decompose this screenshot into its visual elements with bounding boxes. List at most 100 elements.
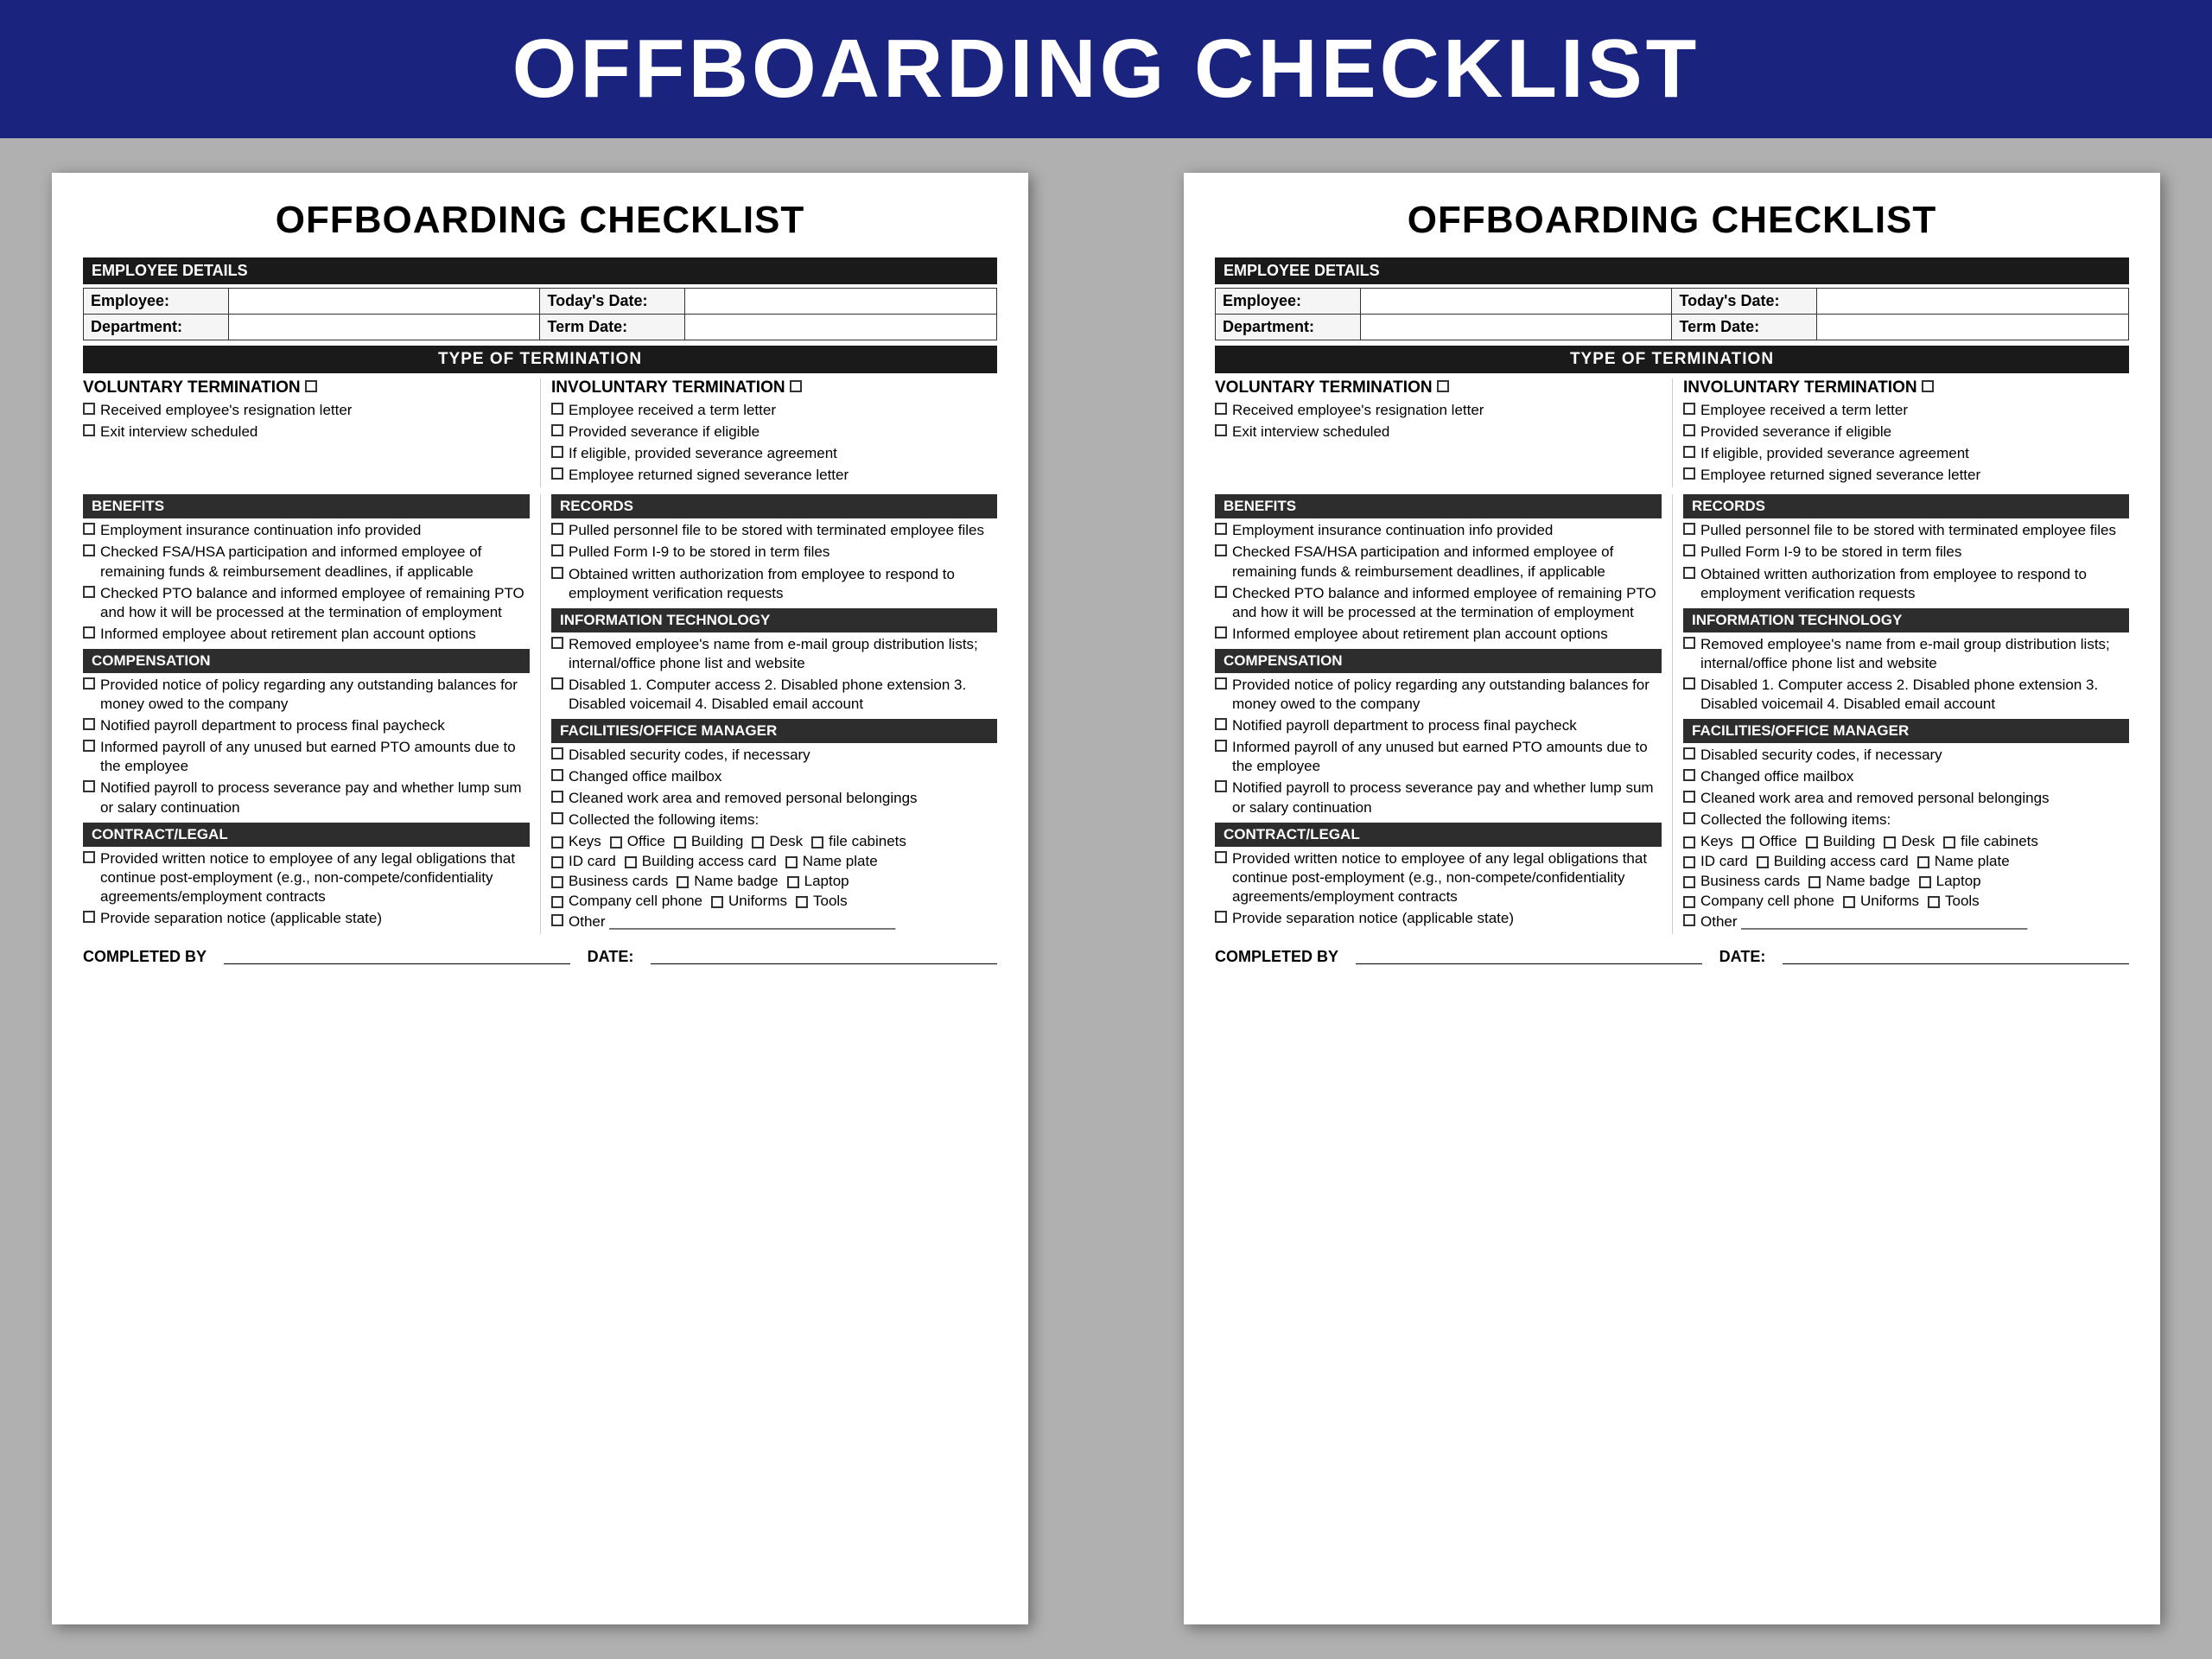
contract-cb-1-right[interactable] [1215,851,1227,863]
invol-cb-4-right[interactable] [1683,467,1695,480]
invol-cb-2-right[interactable] [1683,424,1695,436]
other-cb-left[interactable] [551,914,563,926]
invol-cb-3-left[interactable] [551,446,563,458]
filecab-cb-right[interactable] [1943,836,1955,849]
benefits-header-right: BENEFITS [1215,494,1662,518]
invol-cb-2-left[interactable] [551,424,563,436]
comp-cb-2-left[interactable] [83,718,95,730]
contract-header-left: CONTRACT/LEGAL [83,823,530,847]
date-field-right[interactable] [1783,949,2129,964]
comp-cb-1-left[interactable] [83,677,95,690]
it-cb-1-right[interactable] [1683,637,1695,649]
collected-row-4-right: Company cell phone Uniforms Tools [1683,893,2129,910]
fac-cb-1-left[interactable] [551,747,563,760]
contract-cb-1-left[interactable] [83,851,95,863]
other-cb-right[interactable] [1683,914,1695,926]
it-cb-2-right[interactable] [1683,677,1695,690]
ben-cb-4-right[interactable] [1215,626,1227,639]
rec-cb-1-right[interactable] [1683,523,1695,535]
rec-cb-1-left[interactable] [551,523,563,535]
fac-item-1-right: Disabled security codes, if necessary [1683,746,2129,765]
bizcards-cb-left[interactable] [551,876,563,888]
building-cb-right[interactable] [1806,836,1818,849]
fac-cb-3-right[interactable] [1683,791,1695,803]
comp-cb-4-left[interactable] [83,780,95,792]
contract-cb-2-left[interactable] [83,911,95,923]
office-cb-left[interactable] [610,836,622,849]
vol-item-2-right: Exit interview scheduled [1215,423,1662,442]
comp-cb-2-right[interactable] [1215,718,1227,730]
rec-cb-3-left[interactable] [551,567,563,579]
uniforms-cb-right[interactable] [1843,896,1855,908]
comp-cb-3-right[interactable] [1215,740,1227,752]
buildingcard-cb-left[interactable] [625,856,637,868]
vol-cb-1-right[interactable] [1215,403,1227,415]
cellphone-cb-right[interactable] [1683,896,1695,908]
ben-cb-1-left[interactable] [83,523,95,535]
laptop-cb-right[interactable] [1919,876,1931,888]
desk-cb-left[interactable] [752,836,764,849]
ben-cb-2-left[interactable] [83,544,95,556]
rec-cb-3-right[interactable] [1683,567,1695,579]
contract-cb-2-right[interactable] [1215,911,1227,923]
office-cb-right[interactable] [1742,836,1754,849]
rec-cb-2-left[interactable] [551,544,563,556]
ben-item-2-left: Checked FSA/HSA participation and inform… [83,543,530,581]
fac-cb-2-left[interactable] [551,769,563,781]
namebadge-cb-right[interactable] [1808,876,1821,888]
ben-cb-1-right[interactable] [1215,523,1227,535]
completed-by-field-right[interactable] [1356,949,1702,964]
invol-cb-1-left[interactable] [551,403,563,415]
building-cb-left[interactable] [674,836,686,849]
comp-cb-3-left[interactable] [83,740,95,752]
ben-cb-4-left[interactable] [83,626,95,639]
nameplate-cb-left[interactable] [785,856,798,868]
ben-cb-3-left[interactable] [83,586,95,598]
uniforms-cb-left[interactable] [711,896,723,908]
ben-cb-3-right[interactable] [1215,586,1227,598]
idcard-cb-right[interactable] [1683,856,1695,868]
invol-cb-3-right[interactable] [1683,446,1695,458]
it-cb-1-left[interactable] [551,637,563,649]
vol-cb-1-left[interactable] [83,403,95,415]
tools-cb-left[interactable] [796,896,808,908]
vol-cb-2-left[interactable] [83,424,95,436]
filecab-cb-left[interactable] [811,836,823,849]
invol-item-1-right: Employee received a term letter [1683,401,2129,420]
keys-cb-right[interactable] [1683,836,1695,849]
tools-cb-right[interactable] [1928,896,1940,908]
fac-cb-2-right[interactable] [1683,769,1695,781]
comp-cb-4-right[interactable] [1215,780,1227,792]
fac-cb-1-right[interactable] [1683,747,1695,760]
completed-by-field-left[interactable] [224,949,570,964]
invol-cb-1-right[interactable] [1683,403,1695,415]
collected-row-4-left: Company cell phone Uniforms Tools [551,893,997,910]
invol-cb-4-left[interactable] [551,467,563,480]
employee-details-table-right: Employee: Today's Date: Department: Term… [1215,288,2129,340]
bizcards-cb-right[interactable] [1683,876,1695,888]
buildingcard-cb-right[interactable] [1757,856,1769,868]
vol-cb-2-right[interactable] [1215,424,1227,436]
it-cb-2-left[interactable] [551,677,563,690]
voluntary-checkbox-right[interactable] [1437,380,1449,392]
idcard-cb-left[interactable] [551,856,563,868]
ben-cb-2-right[interactable] [1215,544,1227,556]
cellphone-cb-left[interactable] [551,896,563,908]
involuntary-checkbox-right[interactable] [1922,380,1934,392]
date-field-left[interactable] [651,949,997,964]
nameplate-cb-right[interactable] [1917,856,1929,868]
desk-cb-right[interactable] [1884,836,1896,849]
namebadge-cb-left[interactable] [677,876,689,888]
it-item-2-left: Disabled 1. Computer access 2. Disabled … [551,676,997,714]
involuntary-checkbox-left[interactable] [790,380,802,392]
fac-cb-4-right[interactable] [1683,812,1695,824]
records-col-left: RECORDS Pulled personnel file to be stor… [540,494,997,933]
rec-cb-2-right[interactable] [1683,544,1695,556]
keys-cb-left[interactable] [551,836,563,849]
fac-cb-4-left[interactable] [551,812,563,824]
comp-cb-1-right[interactable] [1215,677,1227,690]
fac-cb-3-left[interactable] [551,791,563,803]
laptop-cb-left[interactable] [787,876,799,888]
todays-date-label-right: Today's Date: [1672,289,1817,315]
voluntary-checkbox-left[interactable] [305,380,317,392]
